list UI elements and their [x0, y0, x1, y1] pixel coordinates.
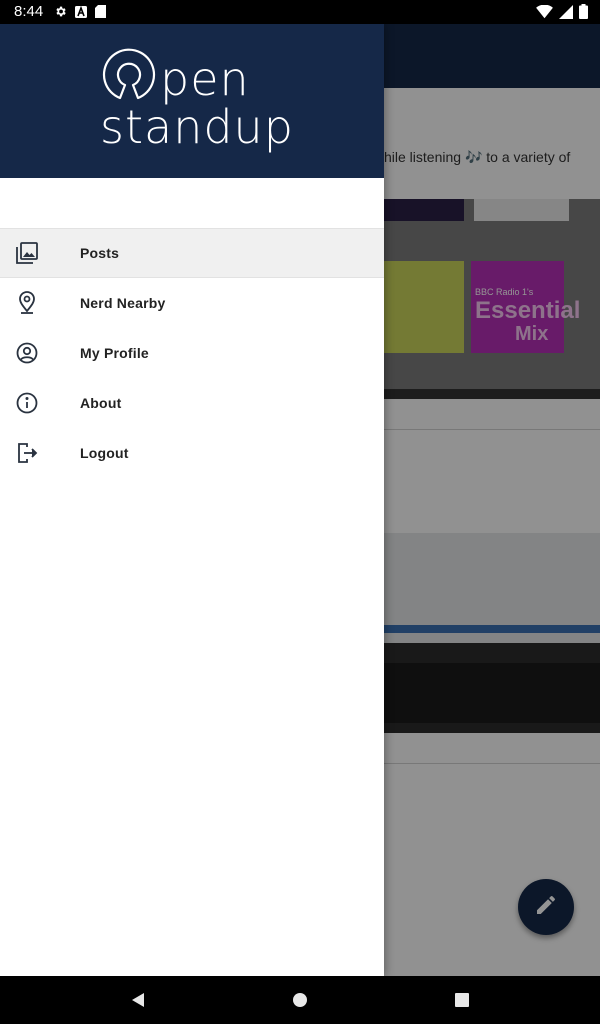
menu-item-label: Logout [80, 445, 129, 461]
image-gallery-icon [14, 240, 40, 266]
logo-word-pen: pen [160, 52, 250, 106]
wifi-icon [536, 4, 553, 24]
menu-item-label: Nerd Nearby [80, 295, 166, 311]
location-pin-icon [14, 290, 40, 316]
logo-word-standup: standup [100, 100, 294, 154]
menu-item-my-profile[interactable]: My Profile [0, 328, 384, 378]
menu-item-nerd-nearby[interactable]: Nerd Nearby [0, 278, 384, 328]
account-circle-icon [14, 340, 40, 366]
system-navigation-bar [0, 976, 600, 1024]
recents-icon[interactable] [452, 990, 472, 1010]
cell-signal-icon [559, 4, 573, 24]
menu-item-logout[interactable]: Logout [0, 428, 384, 478]
menu-item-posts[interactable]: Posts [0, 228, 384, 278]
info-icon [14, 390, 40, 416]
status-time: 8:44 [14, 3, 44, 20]
menu-item-label: My Profile [80, 345, 149, 361]
sd-card-icon [95, 5, 106, 23]
home-icon[interactable] [290, 990, 310, 1010]
navigation-drawer: pen standup Posts Nerd Nearby My Profile… [0, 24, 384, 976]
open-source-logo-icon [100, 48, 158, 108]
battery-icon [579, 4, 588, 24]
back-icon[interactable] [128, 990, 148, 1010]
menu-item-label: About [80, 395, 122, 411]
drawer-header: pen standup [0, 24, 384, 178]
a-icon [75, 5, 87, 23]
menu-item-label: Posts [80, 245, 120, 261]
status-bar: 8:44 [0, 0, 600, 24]
gear-icon [54, 5, 67, 23]
drawer-menu: Posts Nerd Nearby My Profile About Logou… [0, 228, 384, 478]
logout-icon [14, 440, 40, 466]
menu-item-about[interactable]: About [0, 378, 384, 428]
